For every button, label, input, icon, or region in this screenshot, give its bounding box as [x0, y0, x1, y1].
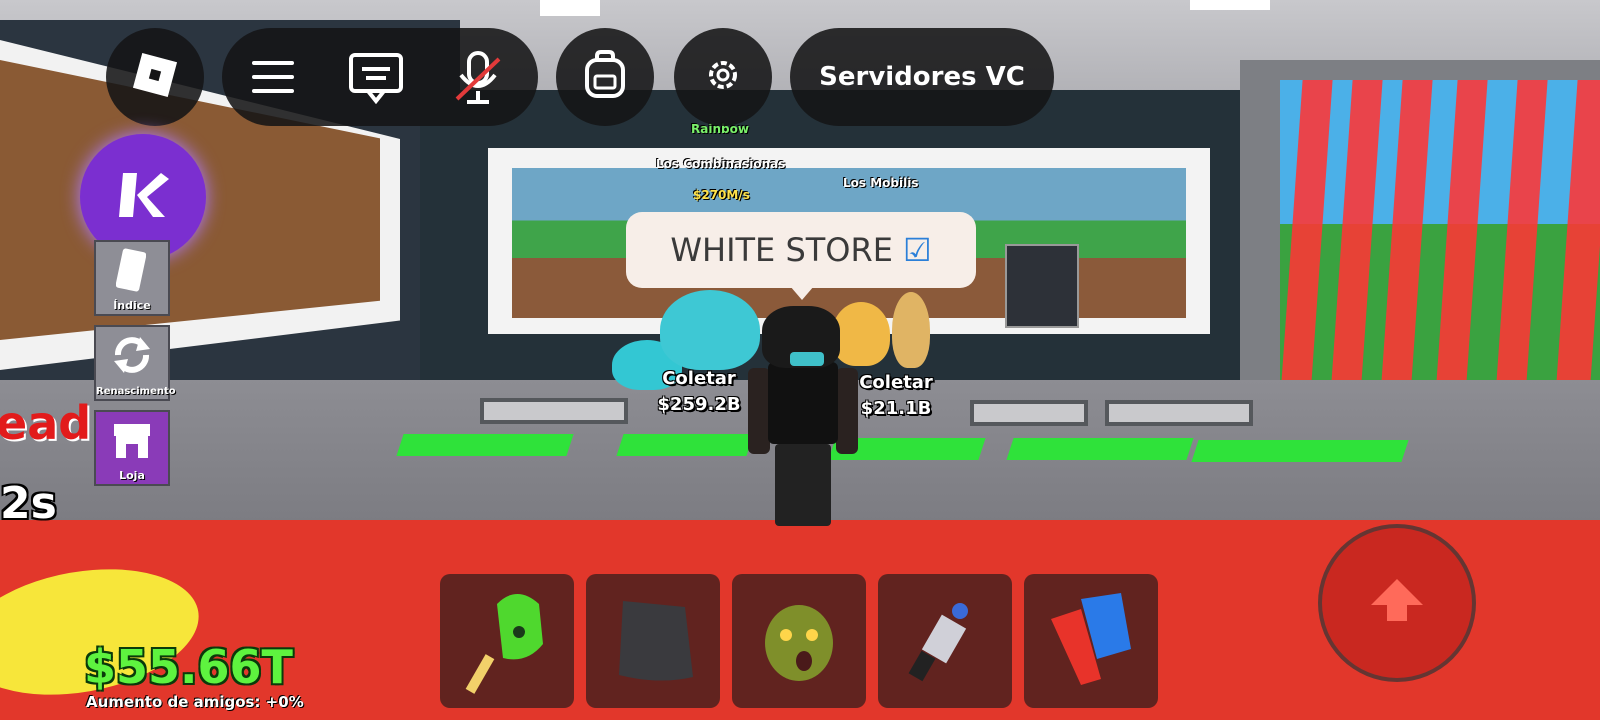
- hotbar-slot-5[interactable]: [1024, 574, 1158, 708]
- roblox-menu-button[interactable]: [106, 28, 204, 126]
- pedestal: [1105, 400, 1253, 426]
- refresh-icon: [110, 333, 154, 377]
- voice-servers-label: Servidores VC: [819, 62, 1025, 92]
- chat-icon[interactable]: [348, 50, 404, 106]
- yellow-creature: [832, 302, 890, 366]
- avatar-hair-tint: [790, 352, 824, 366]
- collect-title: Coletar: [662, 368, 736, 389]
- partial-sign-text: ead: [0, 396, 92, 450]
- collect-pad[interactable]: [1191, 440, 1409, 462]
- store-sign-pointer: [790, 286, 814, 300]
- collect-amount: $259.2B: [657, 394, 741, 415]
- brainrot-name: Los Combinasionas: [656, 157, 786, 171]
- income-rate: $270M/s: [693, 188, 750, 202]
- pedestal: [970, 400, 1088, 426]
- hamburger-menu-icon[interactable]: [248, 52, 298, 102]
- collect-pad[interactable]: [1006, 438, 1194, 460]
- sidebar-item-label: Renascimento: [96, 386, 176, 397]
- settings-button[interactable]: [674, 28, 772, 126]
- leaderboard-board: [1005, 244, 1079, 328]
- microphone-muted-icon[interactable]: [448, 48, 508, 108]
- friends-boost-text: Aumento de amigos: +0%: [86, 693, 304, 711]
- store-icon: [110, 418, 154, 462]
- pedestal: [480, 398, 628, 424]
- collect-label-left[interactable]: Coletar $259.2B: [644, 366, 754, 418]
- ceiling-light: [1190, 0, 1270, 10]
- hotbar-slot-3[interactable]: [732, 574, 866, 708]
- collect-label-right[interactable]: Coletar $21.1B: [846, 370, 946, 422]
- arrow-up-icon: [1367, 577, 1427, 629]
- topbar-group: [222, 28, 538, 126]
- book-icon: [115, 248, 147, 292]
- sidebar-item-index[interactable]: Índice: [94, 240, 170, 316]
- zombie-head-icon: [754, 589, 844, 693]
- gear-icon: [703, 55, 743, 99]
- sidebar-item-rebirth[interactable]: Renascimento: [94, 325, 176, 401]
- avatar-legs: [775, 444, 831, 526]
- skeleton-creature: [892, 292, 930, 368]
- money-counter: $55.66T: [84, 640, 293, 694]
- timer-text: 2s: [0, 478, 57, 529]
- jump-button[interactable]: [1318, 524, 1476, 682]
- collect-title: Coletar: [859, 372, 933, 393]
- brainrot-name: Los Mobilis: [843, 176, 919, 190]
- checkbox-icon: ☑: [902, 231, 932, 269]
- hotbar-slot-2[interactable]: [586, 574, 720, 708]
- voice-servers-button[interactable]: Servidores VC: [790, 28, 1054, 126]
- collect-pad[interactable]: [396, 434, 574, 456]
- gadget-tool-icon: [900, 589, 990, 693]
- store-sign-text: WHITE STORE: [670, 231, 893, 269]
- hotbar-slot-1[interactable]: [440, 574, 574, 708]
- cyan-creature: [660, 290, 760, 370]
- red-blue-cross-icon: [1041, 589, 1141, 693]
- sidebar-item-shop[interactable]: Loja: [94, 410, 170, 486]
- collect-pad[interactable]: [616, 434, 754, 456]
- ceiling-light: [540, 0, 600, 16]
- hotbar-slot-4[interactable]: [878, 574, 1012, 708]
- black-cape-icon: [603, 589, 703, 693]
- sidebar-item-label: Loja: [119, 469, 145, 482]
- roblox-logo-icon: [131, 51, 179, 103]
- k-letter-icon: [113, 165, 173, 229]
- sidebar-item-label: Índice: [113, 299, 151, 312]
- store-sign: WHITE STORE ☑: [626, 212, 976, 288]
- avatar-body: [768, 362, 838, 444]
- collect-amount: $21.1B: [860, 398, 932, 419]
- backpack-button[interactable]: [556, 28, 654, 126]
- green-slap-glove-icon: [457, 584, 557, 698]
- backpack-icon: [583, 50, 627, 104]
